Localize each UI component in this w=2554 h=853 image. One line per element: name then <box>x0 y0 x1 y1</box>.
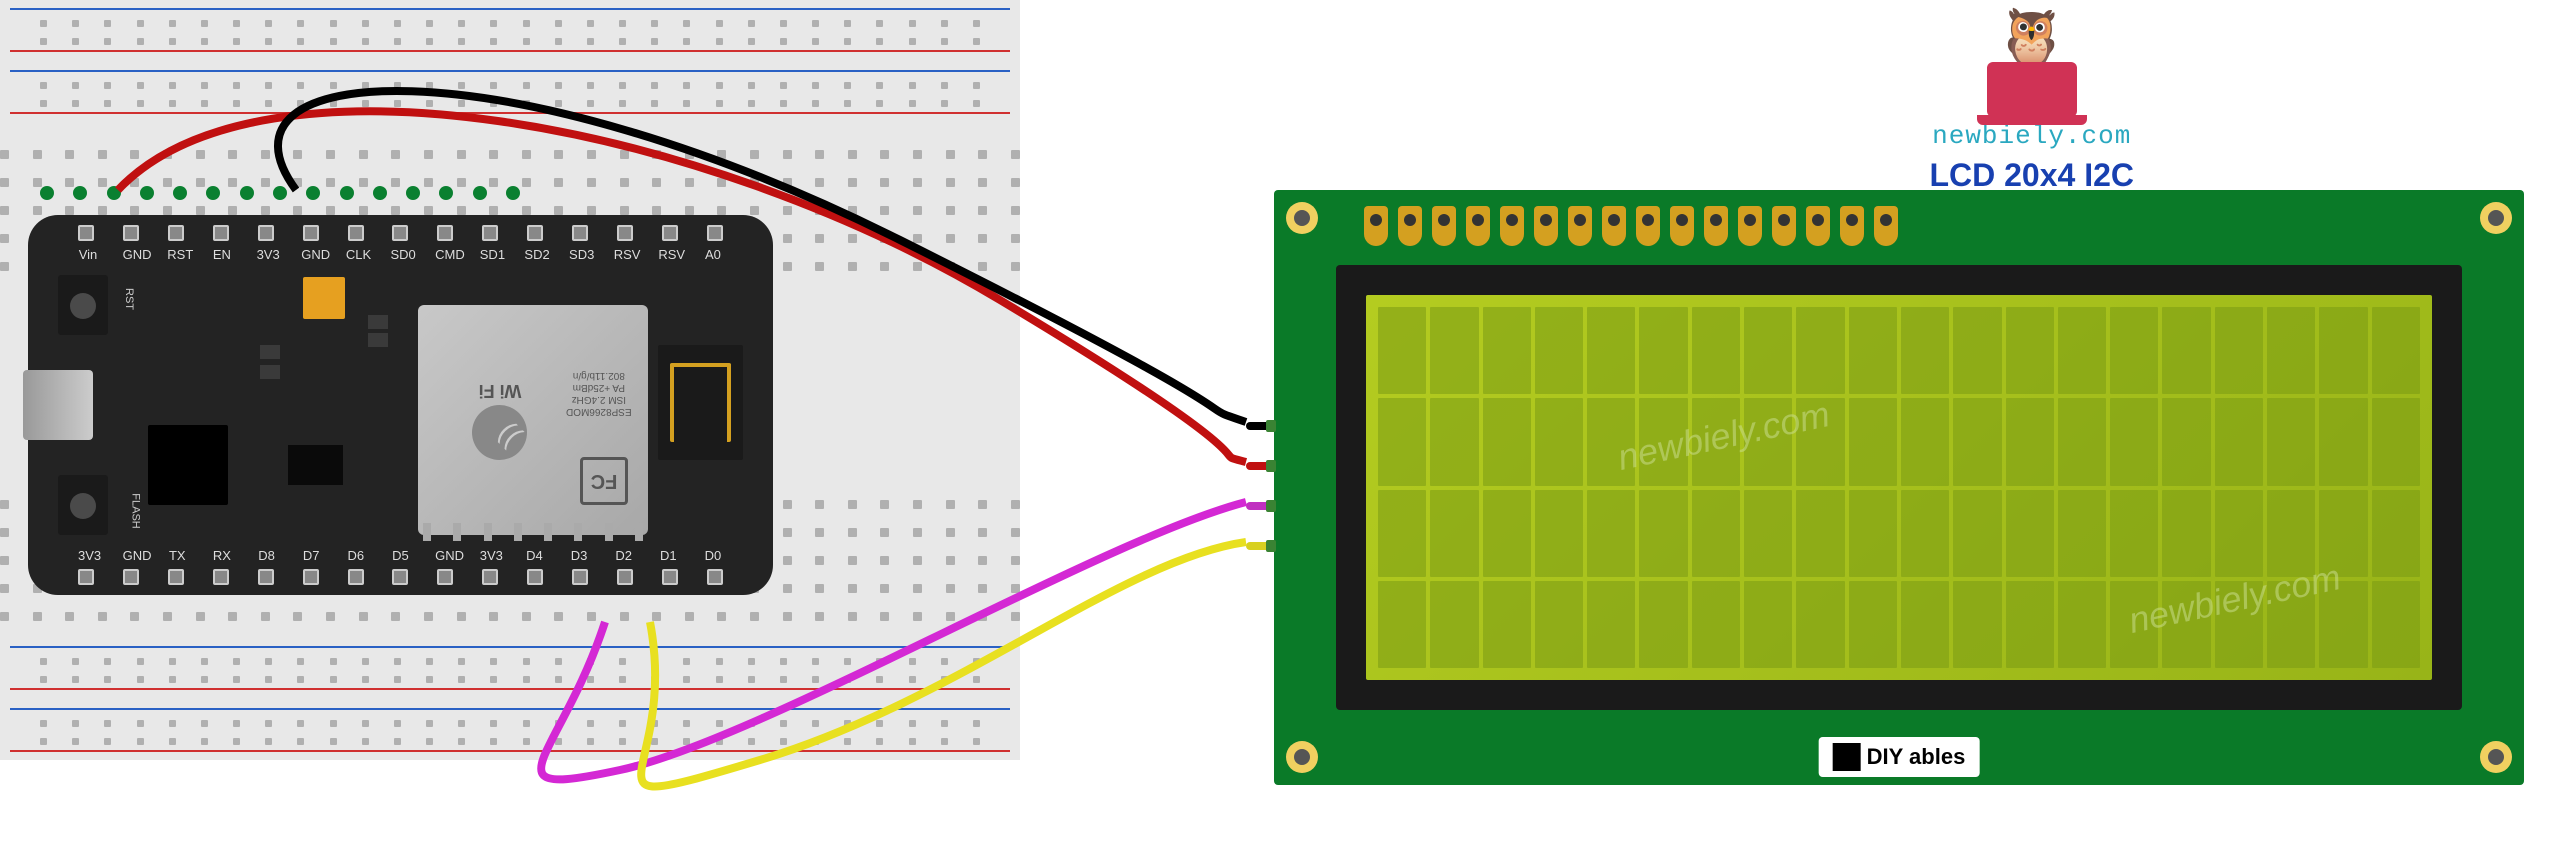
pin-label-sd3: SD3 <box>569 247 589 262</box>
pin-label-d4: D4 <box>524 548 544 563</box>
pin-label-sd0: SD0 <box>390 247 410 262</box>
nodemcu-labels-bot: 3V3 GND TX RX D8 D7 D6 D5 GND 3V3 D4 D3 D2 D1 D0 <box>78 548 723 563</box>
micro-usb-port <box>23 370 93 440</box>
pin-label-d1: D1 <box>658 548 678 563</box>
fcc-icon: FC <box>580 457 628 505</box>
pin-label-cmd: CMD <box>435 247 455 262</box>
lcd-20x4-module: newbiely.com newbiely.com DIY ables <box>1274 190 2524 785</box>
pin-label-tx: TX <box>167 548 187 563</box>
usb-uart-chip <box>148 425 228 505</box>
bb-green-top <box>40 186 520 200</box>
pin-label-d5: D5 <box>390 548 410 563</box>
pin-label-gnd: GND <box>301 247 321 262</box>
esp-pa: PA +25dBm <box>566 381 632 393</box>
pin-label-vin: Vin <box>78 247 98 262</box>
flash-button <box>58 475 108 535</box>
lcd-bezel: newbiely.com newbiely.com <box>1336 265 2462 710</box>
diyables-icon <box>1833 743 1861 771</box>
branding-block: 🦉 newbiely.com LCD 20x4 I2C <box>1929 10 2134 194</box>
reset-button <box>58 275 108 335</box>
pin-label-3v3: 3V3 <box>480 548 500 563</box>
pin-label-gnd: GND <box>123 548 143 563</box>
esp-proto: 802.11b/g/n <box>566 369 632 381</box>
flash-label: FLASH <box>130 493 142 528</box>
mount-hole-tr <box>2480 202 2512 234</box>
esp-model-text: ESP8266MOD ISM 2.4GHz PA +25dBm 802.11b/… <box>566 369 632 417</box>
esp-model: ESP8266MOD <box>566 405 632 417</box>
pin-label-a0: A0 <box>703 247 723 262</box>
pin-label-d6: D6 <box>346 548 366 563</box>
lcd-header-pads <box>1364 206 1898 246</box>
wifi-logo-icon <box>473 405 528 460</box>
rst-label: RST <box>123 288 135 310</box>
nodemcu-pins-top <box>78 225 723 241</box>
laptop-icon <box>1987 62 2077 117</box>
pin-label-gnd: GND <box>123 247 143 262</box>
diyables-text: DIY ables <box>1867 744 1966 770</box>
mount-hole-br <box>2480 741 2512 773</box>
tantalum-cap <box>303 277 345 319</box>
nodemcu-board: Vin GND RST EN 3V3 GND CLK SD0 CMD SD1 SD2 SD3 RSV RS… <box>28 215 773 595</box>
diyables-badge: DIY ables <box>1819 737 1980 777</box>
pin-label-d3: D3 <box>569 548 589 563</box>
pin-label-clk: CLK <box>346 247 366 262</box>
ferrule-sda <box>1266 500 1276 512</box>
module-title: LCD 20x4 I2C <box>1929 157 2134 194</box>
pin-label-3v3: 3V3 <box>78 548 98 563</box>
pin-label-3v3: 3V3 <box>257 247 277 262</box>
ferrule-gnd <box>1266 420 1276 432</box>
pin-label-rx: RX <box>212 548 232 563</box>
nodemcu-pins-bot <box>78 569 723 585</box>
pin-label-d0: D0 <box>703 548 723 563</box>
brand-url: newbiely.com <box>1929 121 2134 151</box>
nodemcu-labels-top: Vin GND RST EN 3V3 GND CLK SD0 CMD SD1 SD2 SD3 RSV RS… <box>78 247 723 262</box>
lcd-screen <box>1366 295 2432 680</box>
pin-label-gnd: GND <box>435 548 455 563</box>
ferrule-vcc <box>1266 460 1276 472</box>
pcb-antenna <box>658 345 743 460</box>
pin-label-sd1: SD1 <box>480 247 500 262</box>
pin-label-d7: D7 <box>301 548 321 563</box>
wifi-text: Wi Fi <box>479 380 522 401</box>
owl-icon: 🦉 <box>1929 10 2134 70</box>
mount-hole-bl <box>1286 741 1318 773</box>
pin-label-rsv: RSV <box>614 247 634 262</box>
pin-label-rst: RST <box>167 247 187 262</box>
esp-ism: ISM 2.4GHz <box>566 393 632 405</box>
esp-module-pins <box>423 523 643 543</box>
mount-hole-tl <box>1286 202 1318 234</box>
ferrule-scl <box>1266 540 1276 552</box>
pin-label-rsv: RSV <box>658 247 678 262</box>
pin-label-d2: D2 <box>614 548 634 563</box>
pin-label-sd2: SD2 <box>524 247 544 262</box>
pin-label-d8: D8 <box>257 548 277 563</box>
pin-label-en: EN <box>212 247 232 262</box>
esp8266-shield: Wi Fi ESP8266MOD ISM 2.4GHz PA +25dBm 80… <box>418 305 648 535</box>
